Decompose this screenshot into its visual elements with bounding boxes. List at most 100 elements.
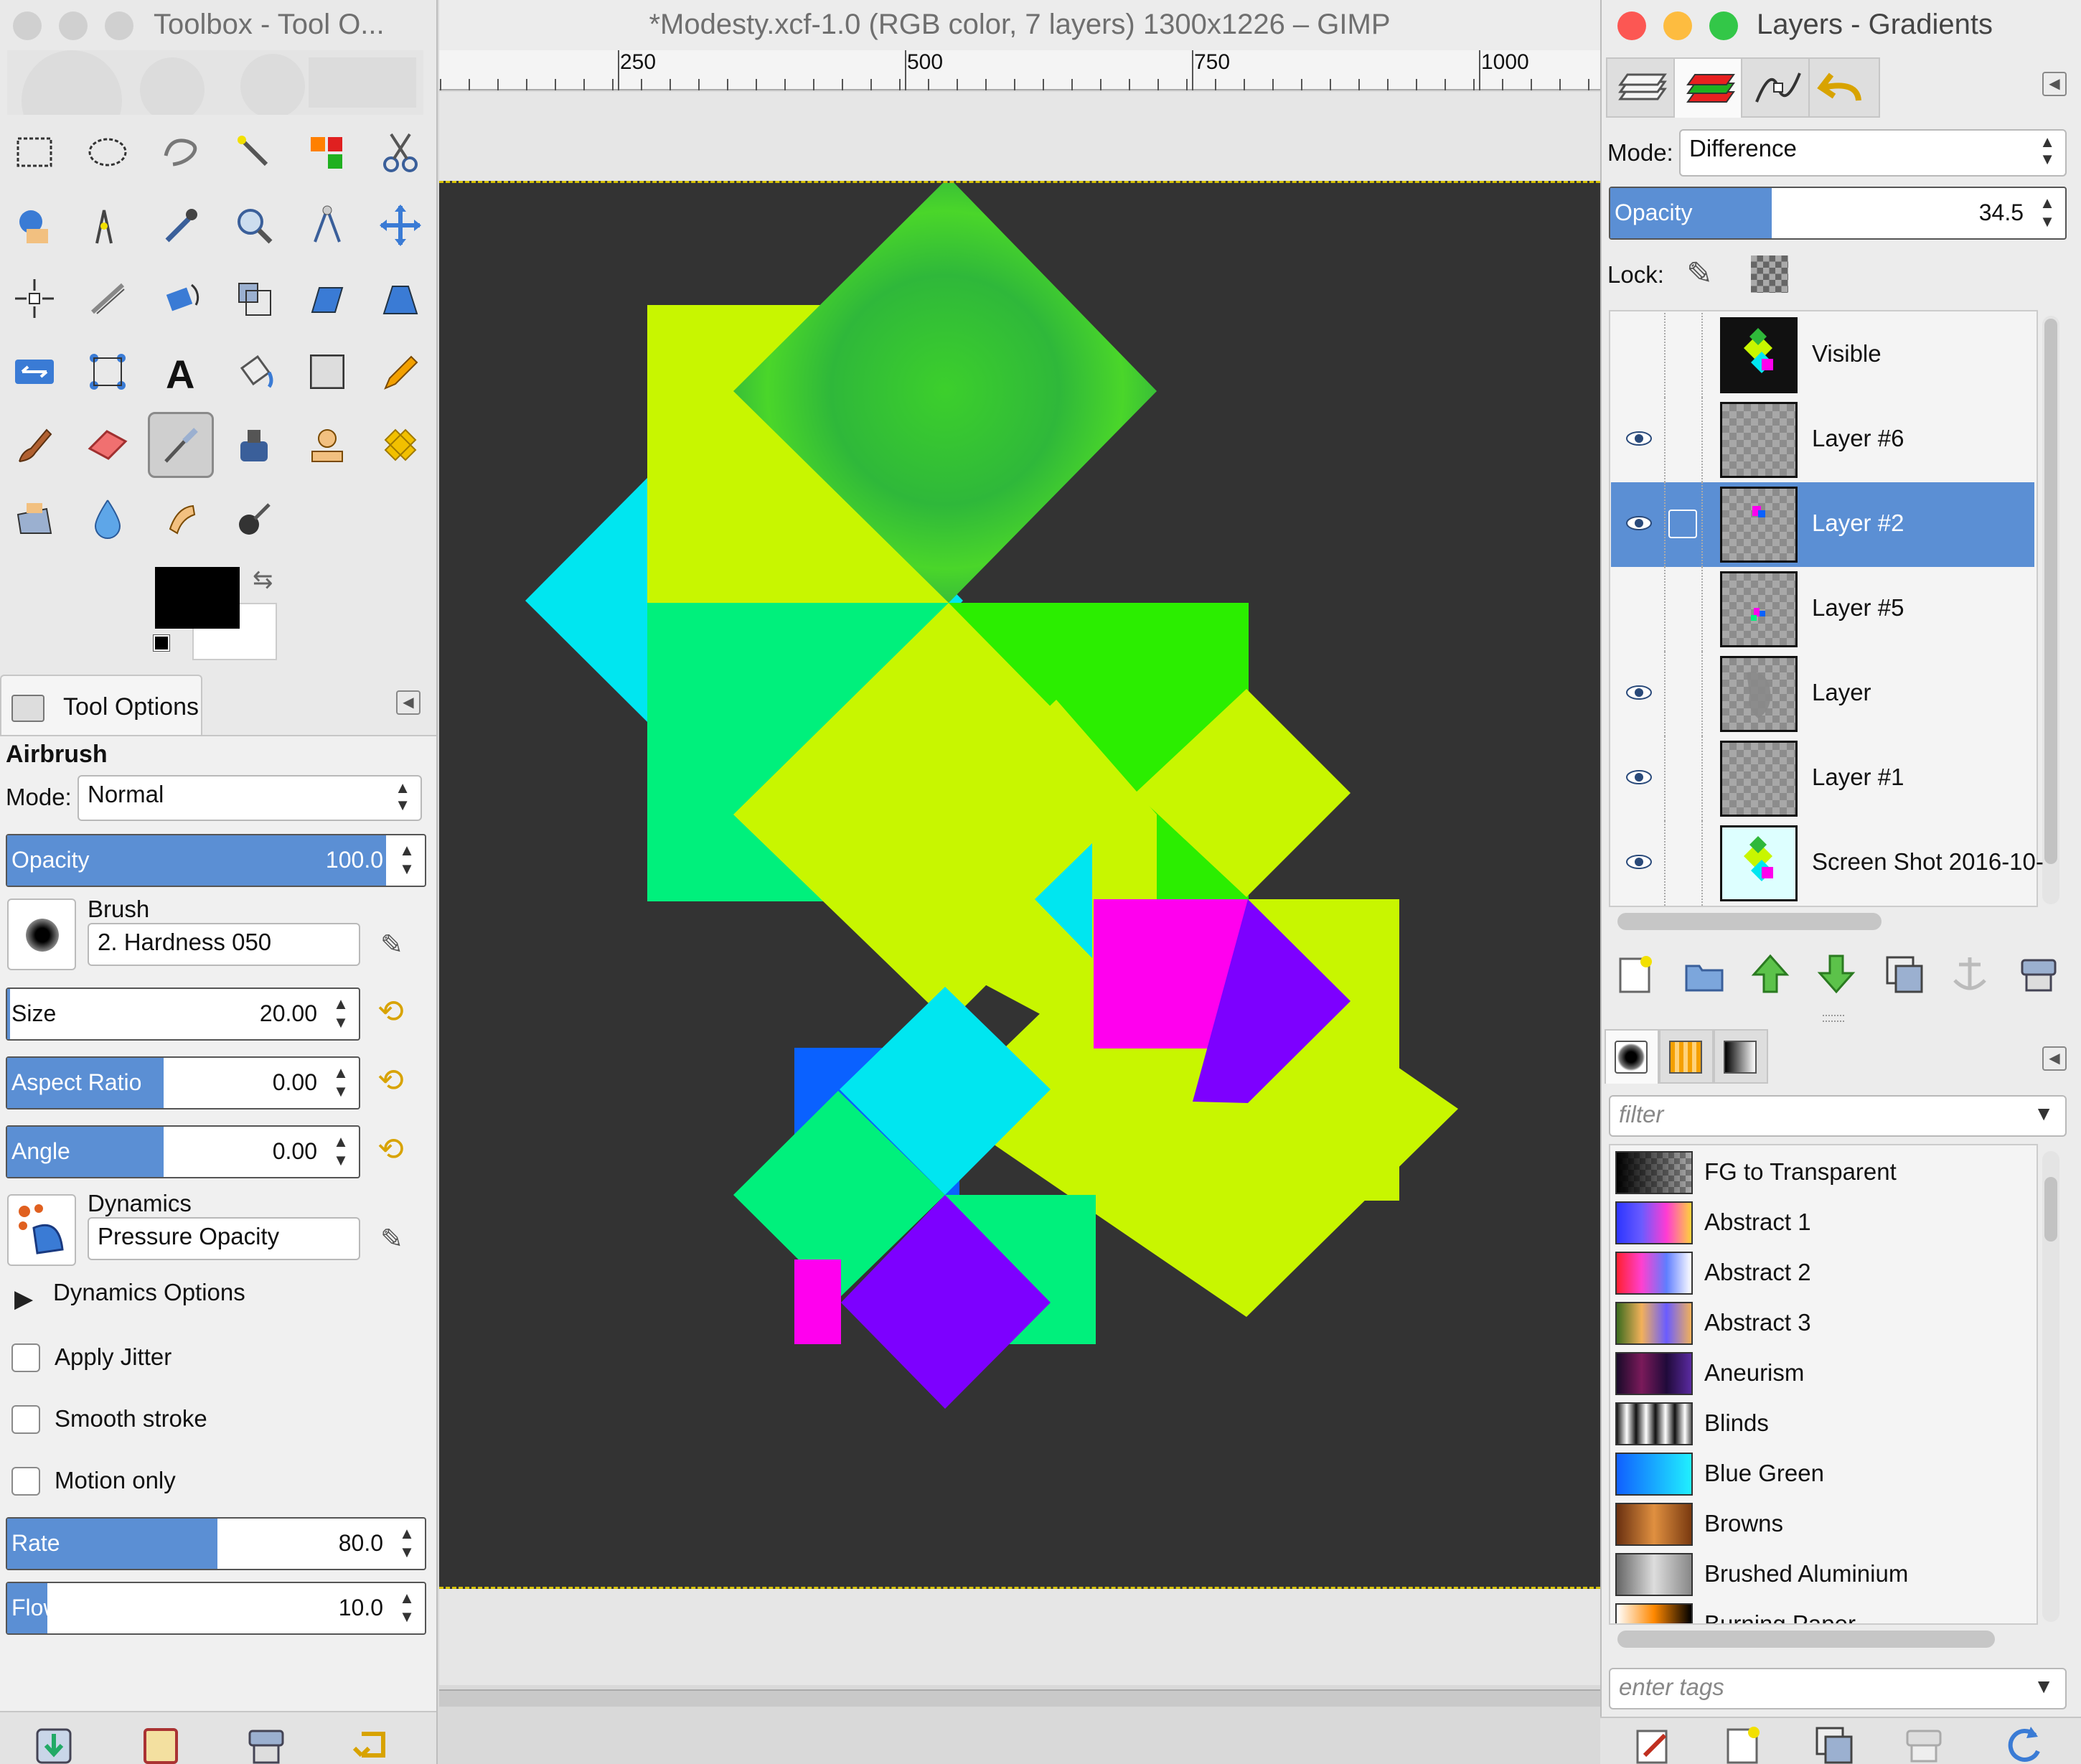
smooth-stroke-checkbox[interactable]	[11, 1405, 40, 1434]
tab-paths[interactable]	[1741, 57, 1813, 118]
restore-options-icon[interactable]	[135, 1720, 185, 1764]
panel-menu-icon[interactable]: ◀	[2042, 72, 2067, 96]
reset-aspect-icon[interactable]: ⟲	[377, 1062, 404, 1099]
default-colors-icon[interactable]	[153, 634, 170, 652]
tab-brushes[interactable]	[1605, 1029, 1659, 1084]
layers-scrollbar[interactable]	[2042, 316, 2059, 904]
move-tool[interactable]	[367, 192, 433, 258]
reset-options-icon[interactable]	[347, 1720, 398, 1764]
horizontal-scrollbar[interactable]	[439, 1689, 1600, 1707]
close-button[interactable]	[1617, 11, 1646, 40]
new-gradient-icon[interactable]	[1718, 1720, 1768, 1764]
measure-tool[interactable]	[294, 192, 360, 258]
gradients-scrollbar[interactable]	[2042, 1151, 2059, 1622]
bucket-fill-tool[interactable]	[221, 339, 287, 405]
spin-arrows-icon[interactable]: ▲ ▼	[330, 995, 352, 1035]
tab-tool-options[interactable]: Tool Options	[0, 675, 202, 736]
airbrush-tool[interactable]	[148, 412, 214, 478]
tab-layers[interactable]	[1606, 57, 1678, 118]
foreground-color-swatch[interactable]	[155, 567, 240, 629]
spin-arrows-icon[interactable]: ▲ ▼	[2037, 194, 2058, 234]
pane-resize-handle[interactable]	[1823, 1015, 1844, 1022]
reset-angle-icon[interactable]: ⟲	[377, 1131, 404, 1168]
dynamics-preview-button[interactable]	[7, 1194, 76, 1266]
blend-tool[interactable]	[294, 339, 360, 405]
gradient-row[interactable]: Browns	[1611, 1500, 2034, 1550]
size-slider[interactable]: Size 20.00 ▲ ▼	[6, 987, 360, 1041]
lower-layer-icon[interactable]	[1811, 949, 1861, 999]
panel-menu-icon[interactable]: ◀	[2042, 1046, 2067, 1071]
shear-tool[interactable]	[294, 266, 360, 332]
scale-tool[interactable]	[221, 266, 287, 332]
eraser-tool[interactable]	[75, 412, 141, 478]
tab-gradients[interactable]	[1714, 1029, 1768, 1084]
spin-arrows-icon[interactable]: ▲ ▼	[330, 1064, 352, 1104]
cage-transform-tool[interactable]	[75, 339, 141, 405]
lock-alpha-icon[interactable]	[1751, 255, 1788, 293]
horizontal-ruler[interactable]: 250 500 750 1000	[439, 50, 1600, 90]
edit-gradient-icon[interactable]	[1627, 1720, 1678, 1764]
dropdown-icon[interactable]: ▼	[2034, 1102, 2054, 1125]
gradient-filter-input[interactable]: filter ▼	[1609, 1095, 2067, 1137]
dodge-burn-tool[interactable]	[221, 485, 287, 551]
save-options-icon[interactable]	[29, 1720, 79, 1764]
zoom-button[interactable]	[1709, 11, 1738, 40]
free-select-tool[interactable]	[148, 119, 214, 185]
gradients-hscrollbar[interactable]	[1617, 1631, 1995, 1648]
perspective-tool[interactable]	[367, 266, 433, 332]
layer-row[interactable]: Screen Shot 2016-10-	[1611, 821, 2044, 906]
ink-tool[interactable]	[221, 412, 287, 478]
layer-row[interactable]: Layer #5	[1611, 567, 2034, 652]
spin-arrows-icon[interactable]: ▲ ▼	[330, 1132, 352, 1173]
perspective-clone-tool[interactable]	[1, 485, 67, 551]
spin-arrows-icon[interactable]: ▲ ▼	[396, 841, 418, 881]
chain-toggle[interactable]	[1668, 510, 1697, 538]
new-layer-group-icon[interactable]	[1679, 949, 1729, 999]
brush-preview-button[interactable]	[7, 899, 76, 970]
minimize-button[interactable]	[59, 11, 88, 40]
eye-icon[interactable]	[1625, 768, 1653, 787]
align-tool[interactable]	[1, 266, 67, 332]
tab-channels[interactable]	[1673, 57, 1745, 118]
edit-brush-icon[interactable]: ✎	[380, 929, 403, 961]
gradient-row[interactable]: Aneurism	[1611, 1349, 2034, 1399]
foreground-select-tool[interactable]	[1, 192, 67, 258]
lock-pixels-icon[interactable]: ✎	[1686, 255, 1713, 292]
pencil-tool[interactable]	[367, 339, 433, 405]
visibility-toggle[interactable]	[1625, 344, 1653, 363]
zoom-button[interactable]	[105, 11, 133, 40]
eye-icon[interactable]	[1625, 429, 1653, 448]
tags-input[interactable]: enter tags ▼	[1609, 1668, 2067, 1709]
opacity-slider[interactable]: Opacity 100.0 ▲ ▼	[6, 834, 426, 887]
brush-name-field[interactable]: 2. Hardness 050	[88, 923, 360, 966]
fuzzy-select-tool[interactable]	[221, 119, 287, 185]
rotate-tool[interactable]	[148, 266, 214, 332]
color-picker-tool[interactable]	[148, 192, 214, 258]
new-layer-icon[interactable]	[1610, 949, 1660, 999]
paths-tool[interactable]	[75, 192, 141, 258]
eye-icon[interactable]	[1625, 853, 1653, 871]
visibility-toggle[interactable]	[1625, 599, 1653, 617]
gradient-row[interactable]: FG to Transparent	[1611, 1148, 2034, 1198]
spin-arrows-icon[interactable]: ▲ ▼	[396, 1524, 418, 1564]
scissors-select-tool[interactable]	[367, 119, 433, 185]
apply-jitter-checkbox[interactable]	[11, 1343, 40, 1372]
close-button[interactable]	[13, 11, 42, 40]
layer-row[interactable]: Layer #1	[1611, 736, 2034, 821]
dynamics-name-field[interactable]: Pressure Opacity	[88, 1217, 360, 1260]
gradient-row[interactable]: Burning Paper	[1611, 1600, 2034, 1623]
layer-row[interactable]: Layer #6	[1611, 398, 2034, 482]
layer-row[interactable]: Layer	[1611, 652, 2034, 736]
dynamics-options-expander[interactable]: Dynamics Options	[53, 1279, 245, 1306]
mode-select[interactable]: Normal ▲ ▼	[77, 775, 422, 821]
crop-tool[interactable]	[75, 266, 141, 332]
expander-arrow-icon[interactable]: ▶	[14, 1285, 33, 1313]
select-by-color-tool[interactable]	[294, 119, 360, 185]
duplicate-gradient-icon[interactable]	[1808, 1720, 1859, 1764]
zoom-tool[interactable]	[221, 192, 287, 258]
layer-mode-select[interactable]: Difference ▲ ▼	[1679, 129, 2067, 177]
clone-tool[interactable]	[294, 412, 360, 478]
blur-sharpen-tool[interactable]	[75, 485, 141, 551]
delete-layer-icon[interactable]	[2014, 949, 2064, 999]
gradient-row[interactable]: Blinds	[1611, 1399, 2034, 1450]
